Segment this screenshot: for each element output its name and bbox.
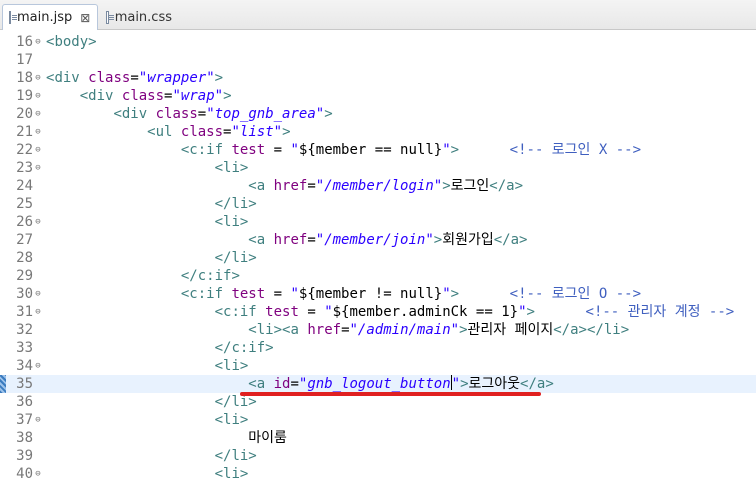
code-line[interactable]: 25 </li> bbox=[0, 195, 756, 213]
code-text[interactable]: <li> bbox=[46, 159, 249, 177]
close-icon[interactable]: ⊠ bbox=[80, 11, 90, 25]
fold-toggle-icon[interactable]: ⊖ bbox=[33, 123, 43, 141]
line-number: 24 bbox=[16, 178, 33, 194]
line-number: 35 bbox=[16, 376, 33, 392]
fold-toggle-icon[interactable]: ⊖ bbox=[33, 159, 43, 177]
code-text[interactable]: <li><a href="/admin/main">관리자 페이지</a></l… bbox=[46, 321, 629, 339]
line-number: 36 bbox=[16, 394, 33, 410]
fold-toggle-icon[interactable]: ⊖ bbox=[33, 105, 43, 123]
tab-main-jsp[interactable]: main.jsp ⊠ bbox=[2, 4, 98, 30]
code-line[interactable]: 34 ⊖ <li> bbox=[0, 357, 756, 375]
code-text[interactable]: <body> bbox=[46, 33, 97, 51]
fold-toggle-icon[interactable]: ⊖ bbox=[33, 465, 43, 482]
code-text[interactable]: </li> bbox=[46, 195, 257, 213]
code-line[interactable]: 39 </li> bbox=[0, 447, 756, 465]
fold-toggle-icon[interactable]: ⊖ bbox=[33, 357, 43, 375]
code-line[interactable]: 21 ⊖ <ul class="list"> bbox=[0, 123, 756, 141]
code-text[interactable]: <a id="gnb_logout_button">로그아웃</a> bbox=[46, 375, 554, 393]
code-text[interactable]: <div class="wrapper"> bbox=[46, 69, 223, 87]
code-text[interactable]: </li> bbox=[46, 249, 257, 267]
code-text[interactable]: </c:if> bbox=[46, 339, 274, 357]
line-number: 25 bbox=[16, 196, 33, 212]
code-line[interactable]: 30 ⊖ <c:if test = "${member != null}"> <!… bbox=[0, 285, 756, 303]
code-text[interactable]: <li> bbox=[46, 465, 249, 482]
code-text[interactable]: <c:if test = "${member != null}"> <!-- 로… bbox=[46, 285, 641, 303]
fold-toggle-icon[interactable]: ⊖ bbox=[33, 411, 43, 429]
code-line[interactable]: 18 ⊖ <div class="wrapper"> bbox=[0, 69, 756, 87]
code-text[interactable]: </li> bbox=[46, 447, 257, 465]
code-text[interactable]: <c:if test = "${member == null}"> <!-- 로… bbox=[46, 141, 641, 159]
code-line[interactable]: 17 bbox=[0, 51, 756, 69]
code-line[interactable]: 37 ⊖ <li> bbox=[0, 411, 756, 429]
tab-label: main.jsp bbox=[17, 10, 73, 25]
code-line[interactable]: 19 ⊖ <div class="wrap"> bbox=[0, 87, 756, 105]
code-line[interactable]: 27 <a href="/member/join">회원가입</a> bbox=[0, 231, 756, 249]
tab-label: main.css bbox=[114, 9, 172, 25]
code-line[interactable]: 22 ⊖ <c:if test = "${member == null}"> <!… bbox=[0, 141, 756, 159]
code-text[interactable]: <a href="/member/login">로그인</a> bbox=[46, 177, 523, 195]
code-line[interactable]: 16 ⊖ <body> bbox=[0, 33, 756, 51]
line-number: 32 bbox=[16, 322, 33, 338]
tab-main-css[interactable]: main.css bbox=[100, 4, 180, 30]
code-text[interactable]: <div class="top_gnb_area"> bbox=[46, 105, 332, 123]
fold-toggle-icon[interactable]: ⊖ bbox=[33, 303, 43, 321]
line-number: 17 bbox=[16, 52, 33, 68]
css-file-icon bbox=[106, 10, 114, 24]
code-line[interactable]: 32 <li><a href="/admin/main">관리자 페이지</a>… bbox=[0, 321, 756, 339]
code-line[interactable]: 24 <a href="/member/login">로그인</a> bbox=[0, 177, 756, 195]
line-number: 31 bbox=[16, 304, 33, 320]
code-line[interactable]: 23 ⊖ <li> bbox=[0, 159, 756, 177]
fold-toggle-icon[interactable]: ⊖ bbox=[33, 141, 43, 159]
code-text[interactable]: </li> bbox=[46, 393, 257, 411]
code-line[interactable]: 40 ⊖ <li> bbox=[0, 465, 756, 482]
code-line[interactable]: 29 </c:if> bbox=[0, 267, 756, 285]
line-number: 19 bbox=[16, 88, 33, 104]
line-number: 16 bbox=[16, 34, 33, 50]
fold-toggle-icon[interactable]: ⊖ bbox=[33, 69, 43, 87]
jsp-file-icon bbox=[9, 11, 17, 24]
line-number: 21 bbox=[16, 124, 33, 140]
code-editor[interactable]: 16 ⊖ <body> 17 18 ⊖ <div class="wrapper"> 19 ⊖ <… bbox=[0, 31, 756, 482]
code-line[interactable]: 35 <a id="gnb_logout_button">로그아웃</a> bbox=[0, 375, 756, 393]
code-text[interactable]: <a href="/member/join">회원가입</a> bbox=[46, 231, 527, 249]
editor-tab-bar: main.jsp ⊠ main.css bbox=[0, 0, 756, 30]
code-line[interactable]: 38 마이룸 bbox=[0, 429, 756, 447]
code-line[interactable]: 31 ⊖ <c:if test = "${member.adminCk == 1}… bbox=[0, 303, 756, 321]
line-number: 22 bbox=[16, 142, 33, 158]
code-text[interactable]: <c:if test = "${member.adminCk == 1}"> <… bbox=[46, 303, 735, 321]
fold-toggle-icon[interactable]: ⊖ bbox=[33, 213, 43, 231]
line-number: 29 bbox=[16, 268, 33, 284]
code-text[interactable]: 마이룸 bbox=[46, 429, 287, 447]
line-number: 39 bbox=[16, 448, 33, 464]
code-text[interactable]: <div class="wrap"> bbox=[46, 87, 232, 105]
line-number: 18 bbox=[16, 70, 33, 86]
line-number: 40 bbox=[16, 466, 33, 482]
code-text[interactable]: <ul class="list"> bbox=[46, 123, 290, 141]
code-text[interactable]: </c:if> bbox=[46, 267, 240, 285]
line-number: 30 bbox=[16, 286, 33, 302]
line-number: 20 bbox=[16, 106, 33, 122]
red-underline-annotation bbox=[240, 392, 541, 396]
line-number: 28 bbox=[16, 250, 33, 266]
line-number: 27 bbox=[16, 232, 33, 248]
line-number: 26 bbox=[16, 214, 33, 230]
code-text[interactable]: <li> bbox=[46, 213, 249, 231]
code-text[interactable]: <li> bbox=[46, 357, 249, 375]
fold-toggle-icon[interactable]: ⊖ bbox=[33, 87, 43, 105]
line-number: 23 bbox=[16, 160, 33, 176]
line-number: 34 bbox=[16, 358, 33, 374]
code-line[interactable]: 28 </li> bbox=[0, 249, 756, 267]
code-text[interactable]: <li> bbox=[46, 411, 249, 429]
code-line[interactable]: 20 ⊖ <div class="top_gnb_area"> bbox=[0, 105, 756, 123]
fold-toggle-icon[interactable]: ⊖ bbox=[33, 33, 43, 51]
line-number: 38 bbox=[16, 430, 33, 446]
code-line[interactable]: 26 ⊖ <li> bbox=[0, 213, 756, 231]
line-number: 37 bbox=[16, 412, 33, 428]
code-line[interactable]: 33 </c:if> bbox=[0, 339, 756, 357]
line-number: 33 bbox=[16, 340, 33, 356]
fold-toggle-icon[interactable]: ⊖ bbox=[33, 285, 43, 303]
